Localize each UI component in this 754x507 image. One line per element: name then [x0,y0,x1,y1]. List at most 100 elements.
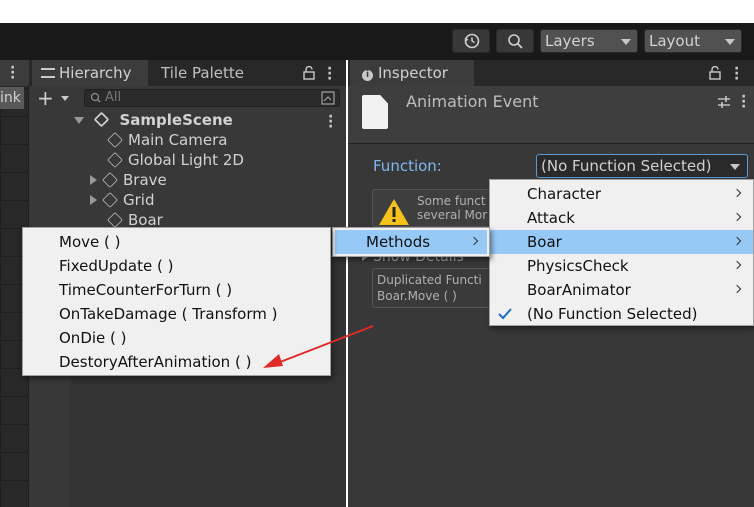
main-toolbar: Layers Layout [0,23,754,60]
function-item-label: TimeCounterForTurn ( ) [59,281,233,299]
animation-event-icon [362,95,388,129]
duplicated-text: Boar.Move ( ) [377,289,457,303]
more-options-icon[interactable]: · · · [741,90,746,114]
layers-label: Layers [545,32,595,50]
hierarchy-item-label: Brave [123,171,167,189]
hierarchy-item[interactable]: Global Light 2D [107,150,244,170]
scene-filter-icon[interactable] [321,91,335,105]
function-item-label: OnTakeDamage ( Transform ) [59,305,278,323]
function-item[interactable]: TimeCounterForTurn ( ) [23,278,330,302]
tab-inspector-label: Inspector [378,64,448,82]
link-tab[interactable]: ink [0,87,24,109]
warning-helpbox: Some funct several Mor [372,189,492,227]
lock-icon[interactable] [302,66,316,80]
menu-item-label: Methods [366,233,431,251]
duplicated-helpbox: Duplicated Functi Boar.Move ( ) [372,268,492,308]
hierarchy-item[interactable]: Brave [90,170,167,190]
menu-item-label: Attack [527,209,575,227]
layers-dropdown[interactable]: Layers [540,29,638,53]
expand-arrow-icon[interactable] [90,175,97,185]
layout-dropdown[interactable]: Layout [644,29,742,53]
search-icon [90,92,101,103]
chevron-down-icon [730,164,740,170]
expand-arrow-icon[interactable] [74,117,84,124]
chevron-right-icon [732,260,742,270]
function-item-label: DestoryAfterAnimation ( ) [59,353,252,371]
function-item[interactable]: Move ( ) [23,230,330,254]
inspector-title: Animation Event [406,92,539,111]
more-options-icon[interactable]: · · · [327,62,332,86]
menu-item-label: Character [527,185,602,203]
preset-settings-icon[interactable] [716,95,732,109]
inspector-header: Animation Event · · · [348,86,754,144]
hierarchy-item[interactable]: Main Camera [107,130,227,150]
hierarchy-icon [41,68,55,78]
chevron-right-icon [732,188,742,198]
inspector-tab-bar: i Inspector · · · [348,60,754,86]
gameobject-icon [107,132,123,148]
hierarchy-tab-bar: Hierarchy Tile Palette · · · [29,60,346,86]
gameobject-icon [107,152,123,168]
chevron-right-icon [732,212,742,222]
scene-tab-strip: · · · [0,60,29,86]
menu-item-boaranimator[interactable]: BoarAnimator [490,278,753,302]
gameobject-icon [102,192,118,208]
hierarchy-search-input[interactable]: All [84,89,340,107]
gameobject-icon [107,212,123,228]
menu-item-attack[interactable]: Attack [490,206,753,230]
plus-icon: + [37,86,54,110]
class-menu: Character Attack Boar PhysicsCheck BoarA… [489,179,754,326]
tab-tile-palette-label: Tile Palette [161,64,244,82]
methods-menu: Methods [332,227,490,257]
expand-arrow-icon[interactable] [90,195,97,205]
menu-item-character[interactable]: Character [490,182,753,206]
more-options-icon[interactable]: · · · [734,62,739,86]
lock-icon[interactable] [708,66,722,80]
chevron-down-icon [725,39,735,45]
hierarchy-item[interactable]: Grid [90,190,154,210]
warning-text: Some funct [417,194,486,208]
hierarchy-item-label: Global Light 2D [128,151,244,169]
tab-hierarchy-label: Hierarchy [59,64,132,82]
function-item-label: FixedUpdate ( ) [59,257,174,275]
more-options-icon[interactable]: · · · [328,110,333,134]
menu-item-physicscheck[interactable]: PhysicsCheck [490,254,753,278]
tab-hierarchy[interactable]: Hierarchy [32,60,148,86]
scene-row[interactable]: SampleScene · · · [74,110,346,134]
chevron-down-icon [621,39,631,45]
function-item-label: Move ( ) [59,233,121,251]
search-button[interactable] [496,29,534,53]
menu-item-label: Boar [527,233,562,251]
menu-item-no-function[interactable]: (No Function Selected) [490,302,753,326]
annotation-arrow [263,325,374,368]
checkmark-icon [498,308,512,320]
menu-item-boar[interactable]: Boar [490,230,753,254]
function-item[interactable]: FixedUpdate ( ) [23,254,330,278]
chevron-down-icon [61,96,70,101]
more-options-icon[interactable]: · · · [10,61,15,85]
warning-icon [379,199,409,225]
chevron-right-icon [469,236,479,246]
chevron-right-icon [732,284,742,294]
hierarchy-item-label: Grid [123,191,155,209]
function-item-label: OnDie ( ) [59,329,127,347]
gameobject-icon [102,172,118,188]
chevron-right-icon [732,236,742,246]
link-tab-label: ink [0,90,21,106]
function-dropdown-value: (No Function Selected) [541,157,712,175]
layout-label: Layout [649,32,700,50]
menu-item-label: (No Function Selected) [527,305,698,323]
function-label: Function: [373,157,442,175]
tab-tile-palette[interactable]: Tile Palette [161,60,271,86]
history-button[interactable] [452,29,490,53]
info-icon: i [362,70,373,81]
function-dropdown[interactable]: (No Function Selected) [536,154,748,178]
search-placeholder: All [105,90,122,105]
add-button[interactable]: + [37,86,70,110]
menu-item-methods[interactable]: Methods [335,230,487,254]
warning-text: several Mor [417,208,488,222]
search-icon [508,34,523,49]
history-icon [464,33,480,49]
tab-inspector[interactable]: i Inspector [350,60,474,86]
unity-scene-icon [93,111,110,128]
